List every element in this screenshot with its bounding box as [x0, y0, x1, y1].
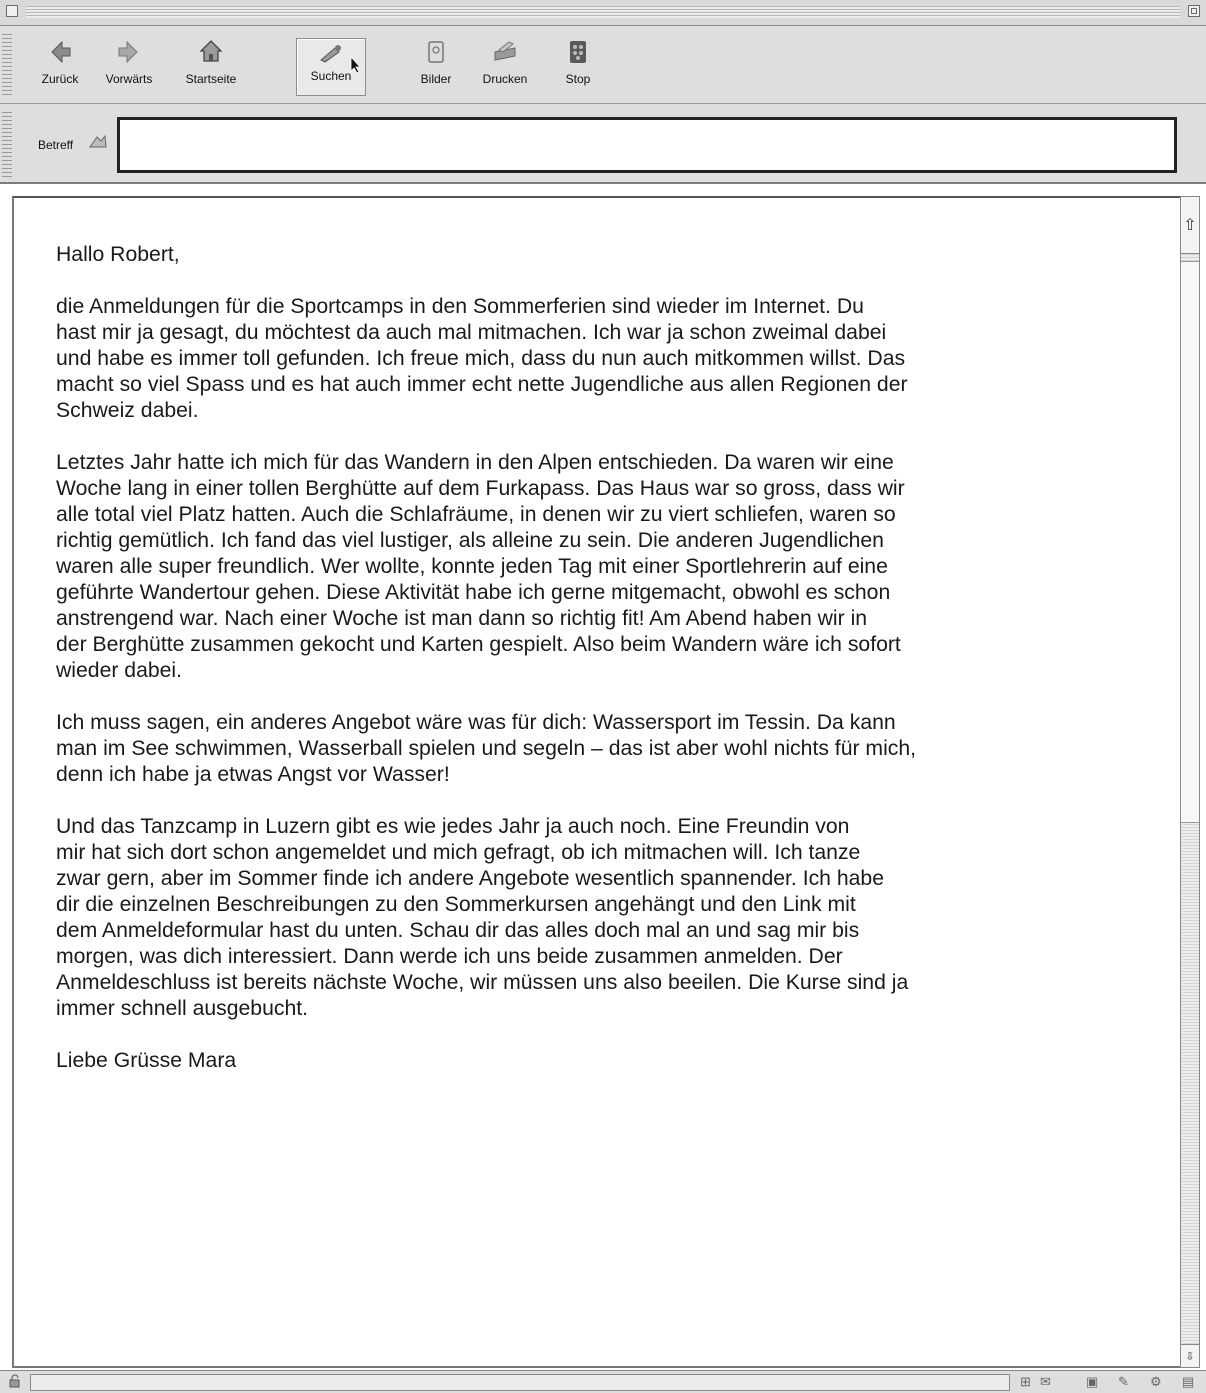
window-close-box[interactable] [6, 5, 18, 17]
toolbar-grip[interactable] [2, 34, 12, 96]
back-button[interactable]: Zurück [30, 34, 90, 98]
compose-icon[interactable]: ✎ [1118, 1374, 1129, 1390]
subject-label: Betreff [38, 138, 74, 152]
closing: Liebe Grüsse Mara [56, 1049, 237, 1072]
title-bar-stripes [26, 6, 1180, 18]
forward-arrow-icon [113, 34, 145, 68]
page-icon[interactable]: ⚙ [1150, 1374, 1162, 1390]
status-text-field [30, 1374, 1010, 1391]
stop-label: Stop [565, 72, 591, 86]
lock-icon[interactable] [8, 1374, 22, 1391]
navigation-toolbar: Zurück Vorwärts Startseite Suchen Bilder… [0, 26, 1206, 104]
stop-button[interactable]: Stop [552, 34, 604, 98]
images-icon [420, 34, 452, 68]
page-icon[interactable]: ▤ [1182, 1374, 1194, 1390]
printer-icon [489, 34, 521, 68]
home-label: Startseite [185, 72, 237, 86]
mail-icon[interactable]: ✉ [1040, 1374, 1051, 1390]
scroll-down-button[interactable]: ⇩ [1181, 1344, 1199, 1367]
search-label: Suchen [310, 69, 352, 83]
email-message: Hallo Robert, die Anmeldungen für die Sp… [56, 242, 1156, 1100]
mouse-cursor-icon [350, 56, 361, 74]
window-title-bar[interactable] [0, 0, 1206, 26]
chat-icon[interactable]: ▣ [1086, 1374, 1098, 1390]
paragraph-1: die Anmeldungen für die Sportcamps in de… [56, 295, 908, 422]
images-label: Bilder [420, 72, 452, 86]
stop-icon [562, 34, 594, 68]
greeting: Hallo Robert, [56, 243, 180, 266]
paragraph-2: Letztes Jahr hatte ich mich für das Wand… [56, 451, 905, 682]
up-arrow-icon: ⇧ [1183, 217, 1197, 234]
subject-bar-grip[interactable] [2, 112, 12, 178]
forward-label: Vorwärts [105, 72, 153, 86]
home-icon [195, 34, 227, 68]
home-button[interactable]: Startseite [176, 34, 246, 98]
images-button[interactable]: Bilder [408, 34, 464, 98]
status-bar: ⊞ ✉ ▣ ✎ ⚙ ▤ [0, 1370, 1206, 1393]
print-button[interactable]: Drucken [470, 34, 540, 98]
paragraph-3: Ich muss sagen, ein anderes Angebot wäre… [56, 711, 917, 786]
vertical-scrollbar[interactable]: ⇧ ⇩ [1180, 196, 1200, 1368]
down-arrow-icon: ⇩ [1185, 1350, 1195, 1363]
scroll-up-button[interactable]: ⇧ [1181, 197, 1199, 254]
forward-button[interactable]: Vorwärts [96, 34, 162, 98]
back-arrow-icon [44, 34, 76, 68]
search-icon [315, 39, 347, 67]
paragraph-4: Und das Tanzcamp in Luzern gibt es wie j… [56, 815, 909, 1020]
subject-icon [88, 133, 108, 156]
window-zoom-box[interactable] [1188, 5, 1200, 17]
back-label: Zurück [41, 72, 79, 86]
scroll-thumb[interactable] [1181, 261, 1199, 823]
message-body-pane[interactable]: Hallo Robert, die Anmeldungen für die Sp… [12, 196, 1180, 1368]
network-icon[interactable]: ⊞ [1020, 1374, 1031, 1390]
subject-input[interactable] [117, 117, 1177, 173]
print-label: Drucken [482, 72, 528, 86]
